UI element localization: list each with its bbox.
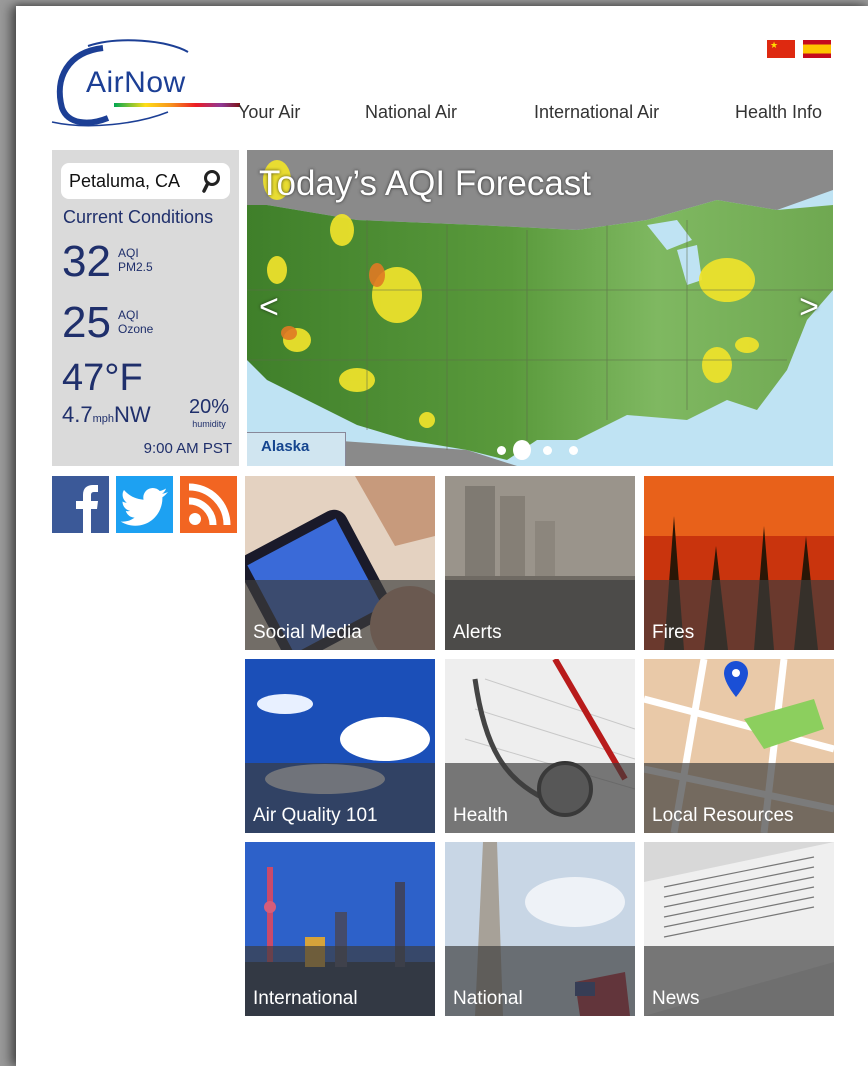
location-value[interactable]: Petaluma, CA (69, 171, 180, 192)
carousel-next-arrow[interactable]: > (799, 288, 819, 327)
tile-alerts[interactable]: Alerts (445, 476, 635, 650)
logo-text: AirNow (86, 66, 186, 99)
tile-international[interactable]: International (245, 842, 435, 1016)
nav-health-info[interactable]: Health Info (735, 102, 822, 123)
facebook-icon[interactable] (52, 476, 109, 533)
carousel-dot-2-active[interactable] (513, 440, 531, 460)
airnow-logo[interactable]: AirNow (48, 38, 240, 130)
tile-label: Fires (652, 622, 695, 643)
humidity-value: 20% (188, 396, 230, 418)
china-flag-icon[interactable]: ★ (767, 40, 795, 58)
alaska-inset[interactable]: Alaska (247, 432, 346, 466)
tile-air-quality-101[interactable]: Air Quality 101 (245, 659, 435, 833)
pm25-aqi-label: AQI PM2.5 (118, 246, 153, 274)
alaska-inset-label: Alaska (261, 438, 310, 455)
search-icon[interactable] (200, 169, 222, 193)
carousel-prev-arrow[interactable]: < (259, 288, 279, 327)
humidity-label: humidity (192, 419, 226, 429)
tile-news[interactable]: News (644, 842, 834, 1016)
tile-fires[interactable]: Fires (644, 476, 834, 650)
wind-unit: mph (92, 413, 114, 425)
ozone-pollutant: Ozone (118, 322, 154, 336)
current-conditions-panel: Petaluma, CA Current Conditions 32 AQI P… (52, 150, 239, 466)
tile-label: Alerts (453, 622, 502, 643)
ozone-aqi-unit: AQI (118, 308, 139, 322)
nav-national-air[interactable]: National Air (365, 102, 457, 123)
pm25-pollutant: PM2.5 (118, 260, 153, 274)
tile-health[interactable]: Health (445, 659, 635, 833)
pm25-aqi-value: 32 (62, 237, 111, 286)
nav-international-air[interactable]: International Air (534, 102, 659, 123)
rss-icon[interactable] (180, 476, 237, 533)
tile-label: National (453, 988, 523, 1009)
tile-local-resources[interactable]: Local Resources (644, 659, 834, 833)
carousel-dot-3[interactable] (543, 446, 552, 455)
pm25-aqi-unit: AQI (118, 246, 139, 260)
tile-label: News (652, 988, 700, 1009)
tile-national[interactable]: National (445, 842, 635, 1016)
tile-label: International (253, 988, 358, 1009)
carousel-dot-1[interactable] (497, 446, 506, 455)
tile-label: Local Resources (652, 805, 794, 826)
ozone-aqi-label: AQI Ozone (118, 308, 153, 336)
wind-speed: 4.7 (62, 402, 93, 427)
logo-color-bar (114, 103, 240, 107)
facebook-glyph (76, 485, 98, 533)
temperature: 47°F (62, 357, 143, 399)
nav-your-air[interactable]: Your Air (238, 102, 300, 123)
ozone-aqi-value: 25 (62, 298, 111, 347)
tile-label: Air Quality 101 (253, 805, 378, 826)
carousel-dot-4[interactable] (569, 446, 578, 455)
spain-flag-icon[interactable] (803, 40, 831, 58)
twitter-icon[interactable] (116, 476, 173, 533)
tile-social-media[interactable]: Social Media (245, 476, 435, 650)
aqi-forecast-carousel[interactable]: Today’s AQI Forecast < > Alaska (247, 150, 833, 466)
location-search-input[interactable]: Petaluma, CA (61, 163, 230, 199)
page: AirNow ★ Your Air National Air Internati… (16, 6, 868, 1066)
tile-label: Social Media (253, 622, 362, 643)
map-title: Today’s AQI Forecast (259, 164, 592, 203)
wind-direction: NW (114, 402, 151, 427)
observation-time: 9:00 AM PST (143, 440, 232, 457)
rss-feed-glyph (188, 483, 231, 526)
tile-label: Health (453, 805, 508, 826)
wind: 4.7mphNW (62, 402, 151, 428)
current-conditions-heading: Current Conditions (63, 207, 214, 227)
twitter-bird-glyph (120, 488, 168, 526)
